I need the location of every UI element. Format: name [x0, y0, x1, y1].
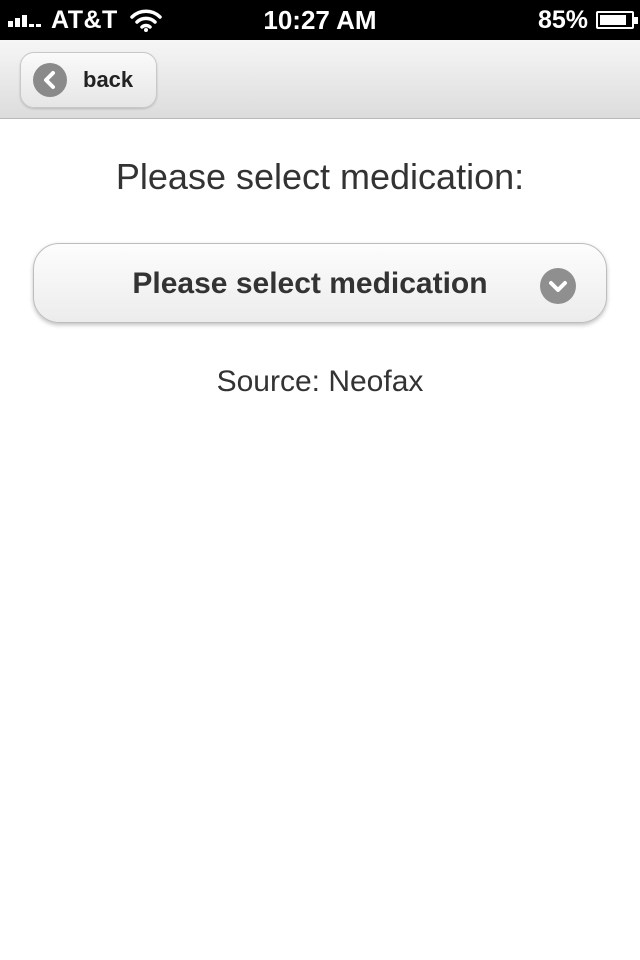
chevron-left-icon	[33, 63, 67, 97]
battery-percent: 85%	[537, 5, 588, 34]
page-prompt: Please select medication:	[115, 156, 525, 197]
medication-select-value: Please select medication	[132, 267, 488, 300]
status-bar: AT&T 10:27 AM 85%	[0, 0, 640, 40]
chevron-down-icon	[540, 268, 576, 304]
battery-icon	[596, 11, 638, 29]
battery-nub	[634, 17, 638, 24]
source-text: Source: Neofax	[216, 365, 424, 398]
back-button-label: back	[83, 67, 134, 92]
battery-fill	[600, 15, 626, 25]
status-right: 85%	[537, 0, 638, 40]
header-toolbar: back	[0, 40, 640, 119]
app-screen: AT&T 10:27 AM 85% back Please select med…	[0, 0, 640, 960]
medication-select[interactable]: Please select medication	[33, 243, 607, 323]
back-button[interactable]: back	[20, 52, 157, 108]
